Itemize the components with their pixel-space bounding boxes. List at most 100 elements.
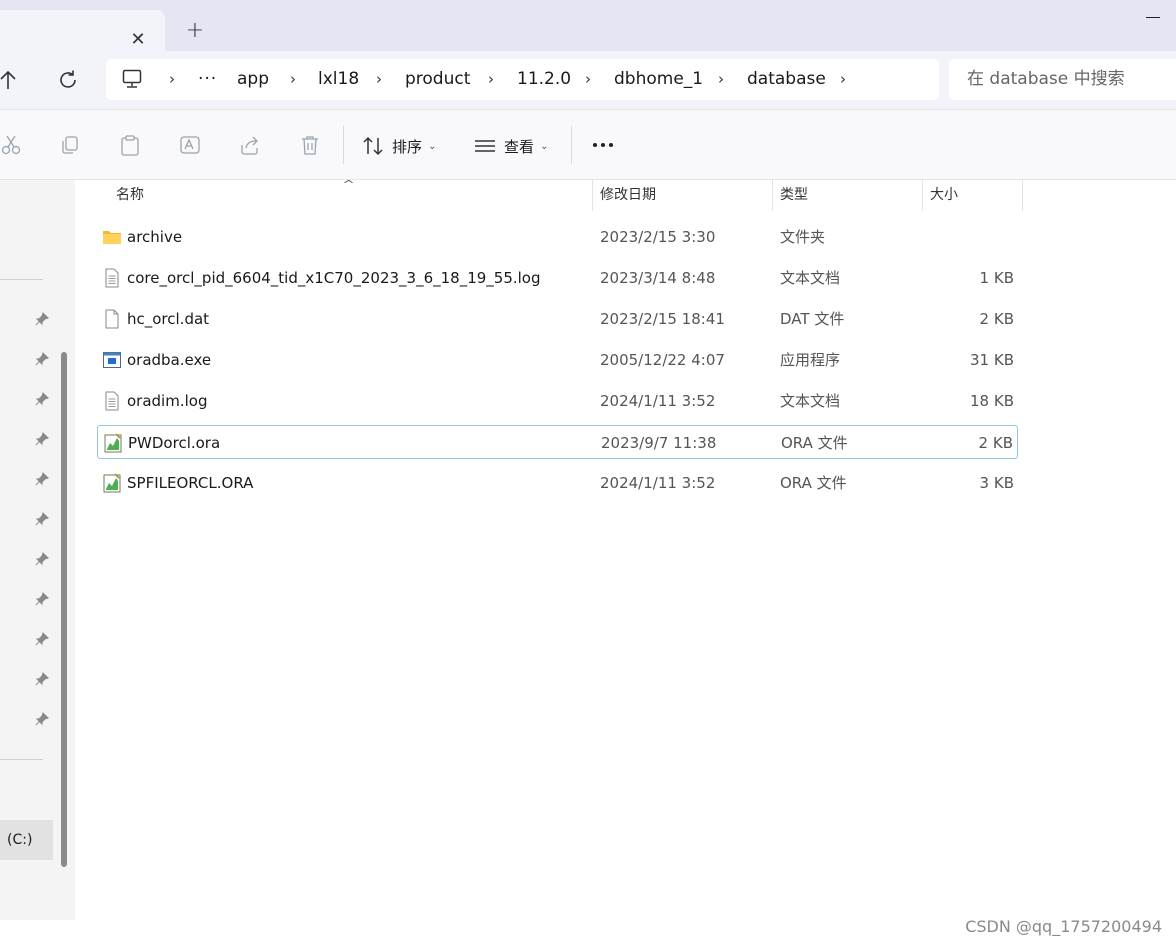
more-options-icon[interactable] — [590, 132, 616, 158]
column-header-type[interactable]: 类型 — [780, 180, 808, 211]
breadcrumb-separator[interactable]: › — [372, 59, 386, 100]
cut-icon[interactable] — [0, 134, 22, 156]
close-tab-icon[interactable]: ✕ — [128, 30, 148, 50]
breadcrumb-separator[interactable]: › — [581, 59, 595, 100]
command-bar: 排序 ⌄ 查看 ⌄ — [0, 109, 1176, 180]
breadcrumb-separator[interactable]: › — [286, 59, 300, 100]
ora-file-icon — [104, 433, 122, 453]
breadcrumb-database[interactable]: database — [747, 59, 826, 100]
nav-item-drive-c[interactable]: (C:) — [0, 820, 53, 860]
file-name: PWDorcl.ora — [128, 434, 221, 452]
file-type: ORA 文件 — [780, 474, 847, 492]
file-type: DAT 文件 — [780, 310, 845, 328]
breadcrumb-separator[interactable]: › — [165, 59, 179, 100]
pin-icon[interactable] — [34, 711, 50, 727]
column-header-size[interactable]: 大小 — [930, 180, 958, 211]
folder-icon — [103, 231, 121, 244]
pin-icon[interactable] — [34, 511, 50, 527]
file-row-oradim-log[interactable]: oradim.log 2024/1/11 3:52 文本文档 18 KB — [97, 384, 1018, 418]
pin-icon[interactable] — [34, 351, 50, 367]
column-separator[interactable] — [922, 180, 923, 211]
rename-icon[interactable] — [179, 134, 201, 156]
navigation-pane: (C:) — [0, 180, 75, 920]
refresh-icon[interactable] — [56, 68, 80, 92]
pin-icon[interactable] — [34, 311, 50, 327]
blank-file-icon — [105, 309, 119, 329]
minimize-icon[interactable] — [1146, 17, 1160, 18]
pin-icon[interactable] — [34, 431, 50, 447]
chevron-down-icon: ⌄ — [540, 140, 549, 152]
file-date: 2023/3/14 8:48 — [600, 269, 716, 287]
file-name: archive — [127, 228, 183, 246]
this-pc-icon[interactable] — [122, 69, 144, 89]
file-row-pwdorcl-ora[interactable]: PWDorcl.ora 2023/9/7 11:38 ORA 文件 2 KB — [97, 425, 1018, 459]
file-name: hc_orcl.dat — [127, 310, 210, 328]
sort-button[interactable]: 排序 ⌄ — [362, 130, 436, 162]
breadcrumb-separator[interactable]: › — [714, 59, 728, 100]
file-row-spfileorcl-ora[interactable]: SPFILEORCL.ORA 2024/1/11 3:52 ORA 文件 3 K… — [97, 466, 1018, 500]
pin-icon[interactable] — [34, 671, 50, 687]
breadcrumb-version[interactable]: 11.2.0 — [517, 59, 571, 100]
breadcrumb-dbhome[interactable]: dbhome_1 — [614, 59, 703, 100]
file-size: 31 KB — [970, 351, 1014, 369]
nav-divider — [0, 759, 43, 760]
chevron-down-icon: ⌄ — [428, 140, 437, 152]
breadcrumb-lxl18[interactable]: lxl18 — [318, 59, 359, 100]
file-row-oradba-exe[interactable]: oradba.exe 2005/12/22 4:07 应用程序 31 KB — [97, 343, 1018, 377]
up-arrow-icon[interactable] — [0, 67, 22, 93]
text-file-icon — [105, 391, 119, 411]
address-row: › ··· app › lxl18 › product › 11.2.0 › d… — [0, 51, 1176, 109]
pin-icon[interactable] — [34, 391, 50, 407]
sort-label: 排序 — [392, 137, 423, 156]
copy-icon[interactable] — [59, 134, 81, 156]
file-date: 2024/1/11 3:52 — [600, 392, 716, 410]
file-row-hc-orcl-dat[interactable]: hc_orcl.dat 2023/2/15 18:41 DAT 文件 2 KB — [97, 302, 1018, 336]
breadcrumb-app[interactable]: app — [237, 59, 269, 100]
column-header-row: ^ 名称 修改日期 类型 大小 — [76, 178, 1176, 211]
pin-icon[interactable] — [34, 591, 50, 607]
file-type: 文本文档 — [780, 269, 841, 287]
column-header-name[interactable]: 名称 — [116, 180, 144, 211]
file-row-archive[interactable]: archive 2023/2/15 3:30 文件夹 — [97, 220, 1018, 254]
text-file-icon — [105, 268, 119, 288]
view-label: 查看 — [504, 137, 535, 156]
share-icon[interactable] — [239, 134, 261, 156]
nav-scrollbar-thumb[interactable] — [61, 352, 67, 867]
breadcrumb-separator[interactable]: › — [836, 59, 850, 100]
breadcrumb-separator[interactable]: › — [484, 59, 498, 100]
paste-icon[interactable] — [119, 134, 141, 156]
file-name: oradim.log — [127, 392, 208, 410]
tab-active[interactable]: ✕ — [0, 10, 165, 51]
pin-icon[interactable] — [34, 551, 50, 567]
delete-icon[interactable] — [299, 134, 321, 156]
file-type: ORA 文件 — [781, 434, 848, 452]
file-date: 2023/2/15 3:30 — [600, 228, 716, 246]
file-date: 2005/12/22 4:07 — [600, 351, 725, 369]
view-button[interactable]: 查看 ⌄ — [474, 130, 548, 162]
address-bar[interactable]: › ··· app › lxl18 › product › 11.2.0 › d… — [106, 59, 939, 100]
file-size: 18 KB — [970, 392, 1014, 410]
breadcrumb-overflow-button[interactable]: ··· — [198, 59, 217, 100]
search-input[interactable]: 在 database 中搜索 — [949, 59, 1176, 100]
file-type: 文件夹 — [780, 228, 826, 246]
file-size: 3 KB — [979, 474, 1014, 492]
pin-icon[interactable] — [34, 631, 50, 647]
sort-ascending-icon: ^ — [342, 178, 356, 191]
search-placeholder: 在 database 中搜索 — [967, 69, 1125, 89]
file-date: 2024/1/11 3:52 — [600, 474, 716, 492]
new-tab-button[interactable]: + — [184, 20, 206, 43]
column-separator[interactable] — [772, 180, 773, 211]
view-list-icon — [475, 140, 495, 152]
file-name: SPFILEORCL.ORA — [127, 474, 254, 492]
file-row-core-log[interactable]: core_orcl_pid_6604_tid_x1C70_2023_3_6_18… — [97, 261, 1018, 295]
ora-file-icon — [103, 473, 121, 493]
file-size: 2 KB — [979, 310, 1014, 328]
column-header-date[interactable]: 修改日期 — [600, 180, 656, 211]
nav-divider — [0, 279, 43, 280]
column-separator[interactable] — [592, 180, 593, 211]
pin-icon[interactable] — [34, 471, 50, 487]
column-separator[interactable] — [1022, 180, 1023, 211]
exe-file-icon — [103, 352, 121, 368]
sort-icon — [363, 136, 383, 156]
breadcrumb-product[interactable]: product — [405, 59, 470, 100]
